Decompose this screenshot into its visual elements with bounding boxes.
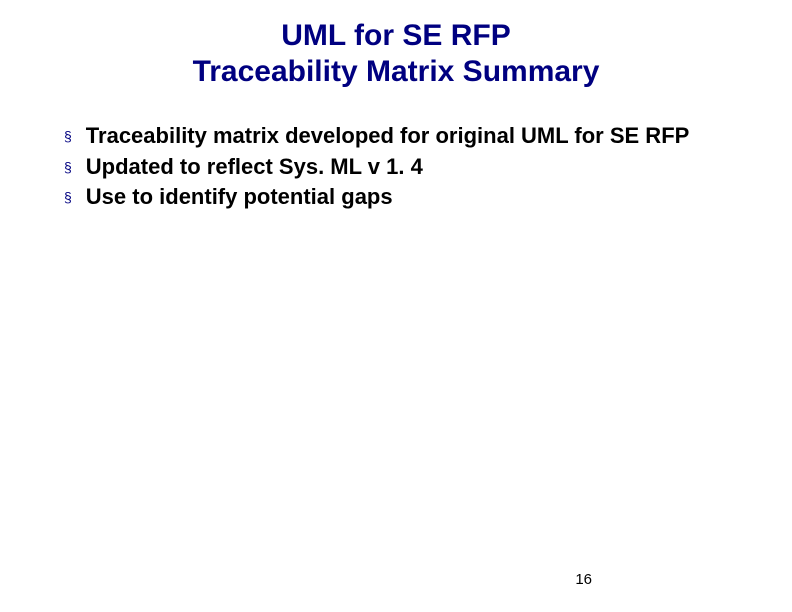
- bullet-text: Updated to reflect Sys. ML v 1. 4: [86, 153, 423, 182]
- list-item: § Traceability matrix developed for orig…: [64, 122, 742, 151]
- list-item: § Use to identify potential gaps: [64, 183, 742, 212]
- bullet-text: Traceability matrix developed for origin…: [86, 122, 690, 151]
- bullet-text: Use to identify potential gaps: [86, 183, 393, 212]
- bullet-icon: §: [64, 128, 72, 144]
- slide-title: UML for SE RFP Traceability Matrix Summa…: [50, 18, 742, 90]
- title-line-1: UML for SE RFP: [281, 19, 510, 52]
- bullet-list: § Traceability matrix developed for orig…: [50, 122, 742, 212]
- slide: UML for SE RFP Traceability Matrix Summa…: [0, 0, 792, 612]
- title-line-2: Traceability Matrix Summary: [193, 55, 600, 88]
- bullet-icon: §: [64, 159, 72, 175]
- bullet-icon: §: [64, 189, 72, 205]
- list-item: § Updated to reflect Sys. ML v 1. 4: [64, 153, 742, 182]
- page-number: 16: [575, 571, 592, 588]
